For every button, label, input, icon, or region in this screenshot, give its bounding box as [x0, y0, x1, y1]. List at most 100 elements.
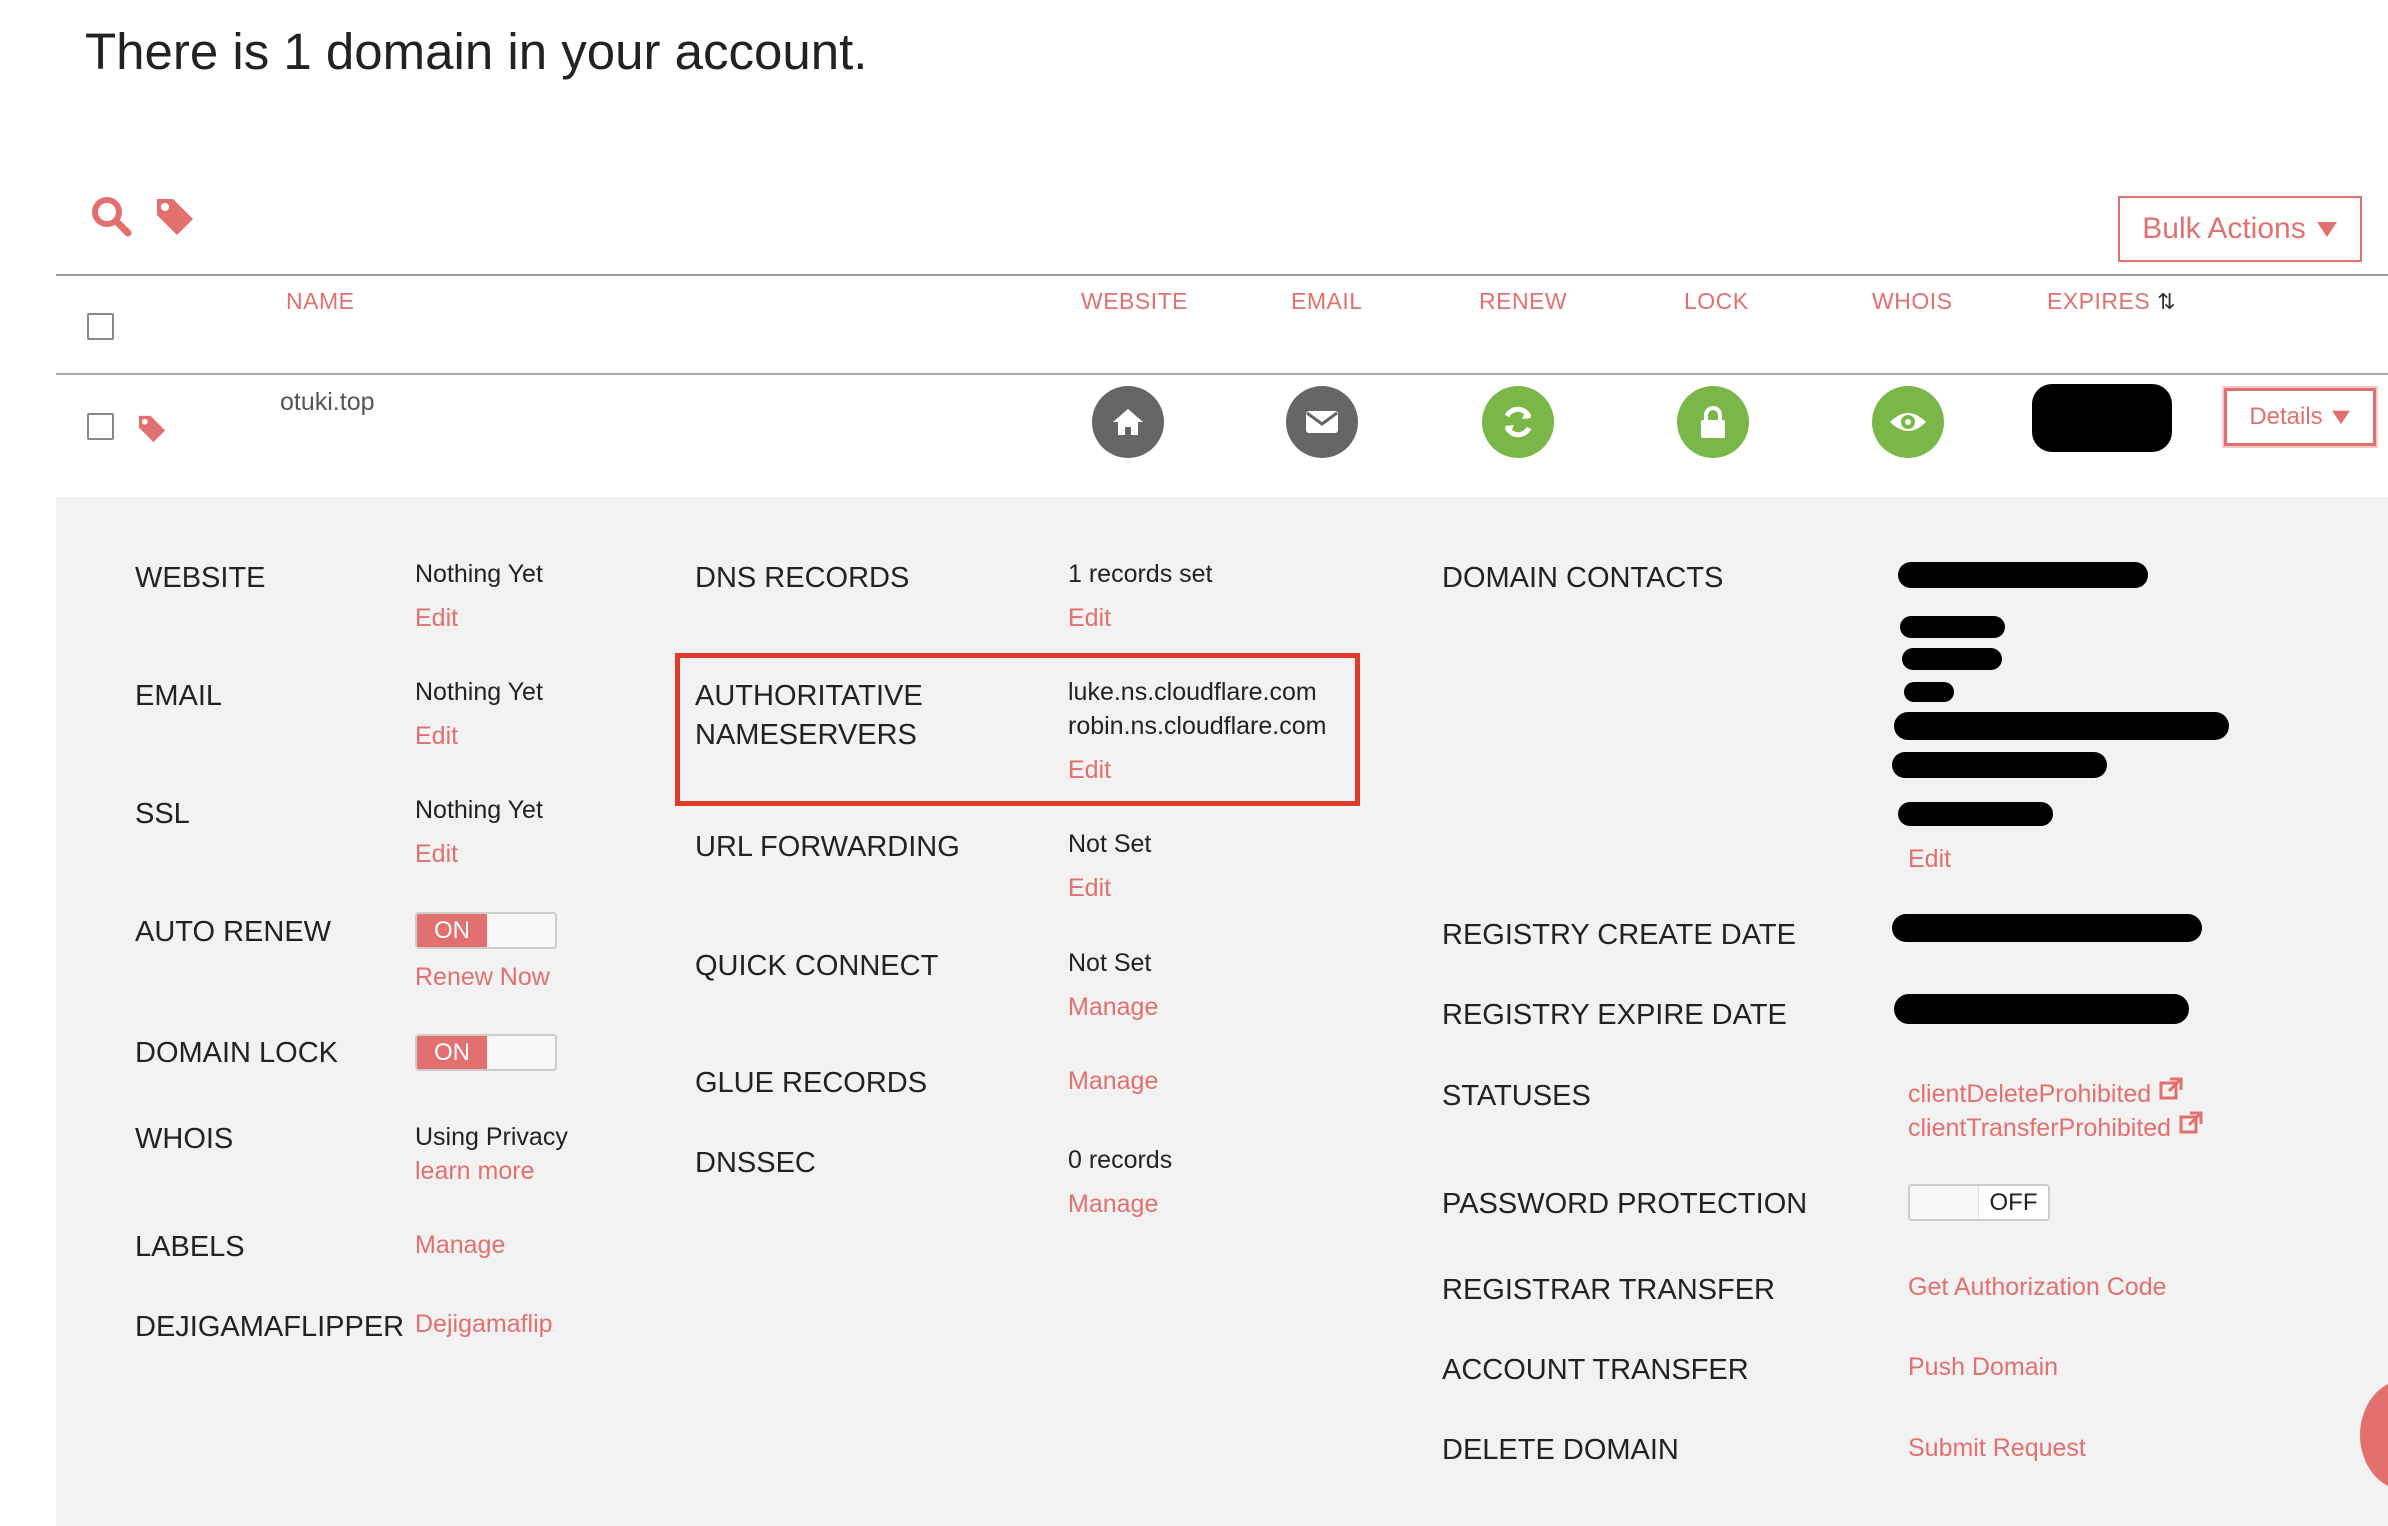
glue-records-label: GLUE RECORDS	[695, 1067, 928, 1099]
status-text: clientDeleteProhibited	[1908, 1080, 2152, 1108]
home-icon	[1113, 409, 1143, 435]
password-protection-label: PASSWORD PROTECTION	[1442, 1188, 1808, 1220]
website-label: WEBSITE	[135, 562, 266, 594]
whois-label: WHOIS	[135, 1123, 234, 1155]
external-link-icon	[2159, 1077, 2183, 1100]
dnssec-manage-link[interactable]: Manage	[1068, 1187, 1158, 1221]
tag-icon[interactable]	[153, 195, 197, 244]
domain-row-checkbox[interactable]	[87, 413, 114, 440]
bulk-actions-button[interactable]: Bulk Actions	[2118, 196, 2362, 262]
nameservers-edit-link[interactable]: Edit	[1068, 753, 1111, 787]
labels-manage-link[interactable]: Manage	[415, 1228, 505, 1262]
refresh-icon	[1504, 406, 1532, 438]
contact-redacted	[1904, 682, 1954, 702]
domain-contacts-edit-link[interactable]: Edit	[1908, 842, 1951, 876]
search-icon[interactable]	[90, 195, 132, 242]
registry-expire-date-label: REGISTRY EXPIRE DATE	[1442, 999, 1787, 1031]
contact-redacted	[1898, 802, 2053, 826]
caret-down-icon	[2331, 410, 2350, 425]
url-forwarding-label: URL FORWARDING	[695, 831, 960, 863]
status-text: clientTransferProhibited	[1908, 1114, 2172, 1142]
col-header-website: WEBSITE	[1081, 288, 1189, 314]
url-forwarding-edit-link[interactable]: Edit	[1068, 871, 1111, 905]
details-button[interactable]: Details	[2224, 388, 2376, 446]
nameserver-1: luke.ns.cloudflare.com	[1068, 678, 1317, 706]
col-header-email: EMAIL	[1291, 288, 1363, 314]
contact-redacted	[1892, 752, 2107, 778]
dejigamaflipper-label: DEJIGAMAFLIPPER	[135, 1311, 405, 1343]
select-all-checkbox[interactable]	[87, 313, 114, 340]
renew-now-link[interactable]: Renew Now	[415, 960, 550, 994]
quick-connect-manage-link[interactable]: Manage	[1068, 990, 1158, 1024]
status-client-delete-prohibited[interactable]: clientDeleteProhibited	[1908, 1076, 2184, 1111]
domain-lock-toggle-state: ON	[417, 1036, 487, 1069]
registry-create-date-redacted	[1892, 914, 2202, 942]
registrar-transfer-label: REGISTRAR TRANSFER	[1442, 1274, 1776, 1306]
col-header-lock: LOCK	[1684, 288, 1749, 314]
website-edit-link[interactable]: Edit	[415, 601, 458, 635]
table-header-bottom-border	[56, 373, 2388, 375]
col-header-whois: WHOIS	[1872, 288, 1953, 314]
push-domain-link[interactable]: Push Domain	[1908, 1350, 2058, 1384]
nameservers-label-line1: AUTHORITATIVE	[695, 680, 923, 712]
bulk-actions-label: Bulk Actions	[2142, 212, 2306, 245]
domain-lock-toggle[interactable]: ON	[415, 1034, 557, 1071]
toggle-knob	[487, 914, 555, 947]
statuses-label: STATUSES	[1442, 1080, 1591, 1112]
lock-status-button[interactable]	[1677, 386, 1749, 458]
password-protection-toggle[interactable]: OFF	[1908, 1184, 2050, 1221]
renew-status-button[interactable]	[1482, 386, 1554, 458]
toggle-knob	[487, 1036, 555, 1069]
account-transfer-label: ACCOUNT TRANSFER	[1442, 1354, 1749, 1386]
contact-redacted	[1900, 616, 2005, 638]
envelope-icon	[1306, 411, 1338, 433]
ssl-value: Nothing Yet	[415, 796, 543, 824]
domain-lock-label: DOMAIN LOCK	[135, 1037, 339, 1069]
col-header-expires-label: EXPIRES	[2047, 288, 2151, 314]
expires-date-redacted	[2032, 384, 2172, 452]
toggle-knob	[1910, 1186, 1979, 1219]
registry-expire-date-redacted	[1894, 994, 2189, 1024]
sort-icon: ⇅	[2157, 289, 2177, 314]
whois-status-button[interactable]	[1872, 386, 1944, 458]
email-value: Nothing Yet	[415, 678, 543, 706]
url-forwarding-value: Not Set	[1068, 830, 1152, 858]
auto-renew-toggle[interactable]: ON	[415, 912, 557, 949]
domain-name[interactable]: otuki.top	[280, 388, 375, 417]
email-edit-link[interactable]: Edit	[415, 719, 458, 753]
quick-connect-value: Not Set	[1068, 949, 1152, 977]
nameservers-label-line2: NAMESERVERS	[695, 719, 917, 751]
ssl-label: SSL	[135, 798, 190, 830]
col-header-expires[interactable]: EXPIRES ⇅	[2047, 288, 2176, 315]
ssl-edit-link[interactable]: Edit	[415, 837, 458, 871]
lock-icon	[1701, 406, 1725, 438]
contact-redacted	[1898, 562, 2148, 588]
dns-records-edit-link[interactable]: Edit	[1068, 601, 1111, 635]
details-label: Details	[2249, 403, 2323, 430]
contact-redacted	[1902, 648, 2002, 670]
col-header-name[interactable]: NAME	[286, 288, 354, 315]
col-header-renew: RENEW	[1479, 288, 1568, 314]
password-protection-toggle-state: OFF	[1989, 1188, 2038, 1216]
get-authorization-code-link[interactable]: Get Authorization Code	[1908, 1270, 2167, 1304]
website-value: Nothing Yet	[415, 560, 543, 588]
whois-value: Using Privacy	[415, 1123, 568, 1151]
submit-request-link[interactable]: Submit Request	[1908, 1431, 2086, 1465]
tag-icon[interactable]	[136, 413, 168, 450]
delete-domain-label: DELETE DOMAIN	[1442, 1434, 1679, 1466]
whois-learn-more-link[interactable]: learn more	[415, 1154, 535, 1188]
labels-label: LABELS	[135, 1231, 245, 1263]
dnssec-value: 0 records	[1068, 1146, 1173, 1174]
glue-records-manage-link[interactable]: Manage	[1068, 1064, 1158, 1098]
email-status-button[interactable]	[1286, 386, 1358, 458]
page-title: There is 1 domain in your account.	[85, 23, 868, 80]
dnssec-label: DNSSEC	[695, 1147, 816, 1179]
dns-records-value: 1 records set	[1068, 560, 1213, 588]
dejigamaflip-link[interactable]: Dejigamaflip	[415, 1307, 553, 1341]
website-status-button[interactable]	[1092, 386, 1164, 458]
external-link-icon	[2179, 1111, 2203, 1134]
registry-create-date-label: REGISTRY CREATE DATE	[1442, 919, 1796, 951]
table-header-top-border	[56, 274, 2388, 276]
quick-connect-label: QUICK CONNECT	[695, 950, 939, 982]
status-client-transfer-prohibited[interactable]: clientTransferProhibited	[1908, 1110, 2204, 1145]
